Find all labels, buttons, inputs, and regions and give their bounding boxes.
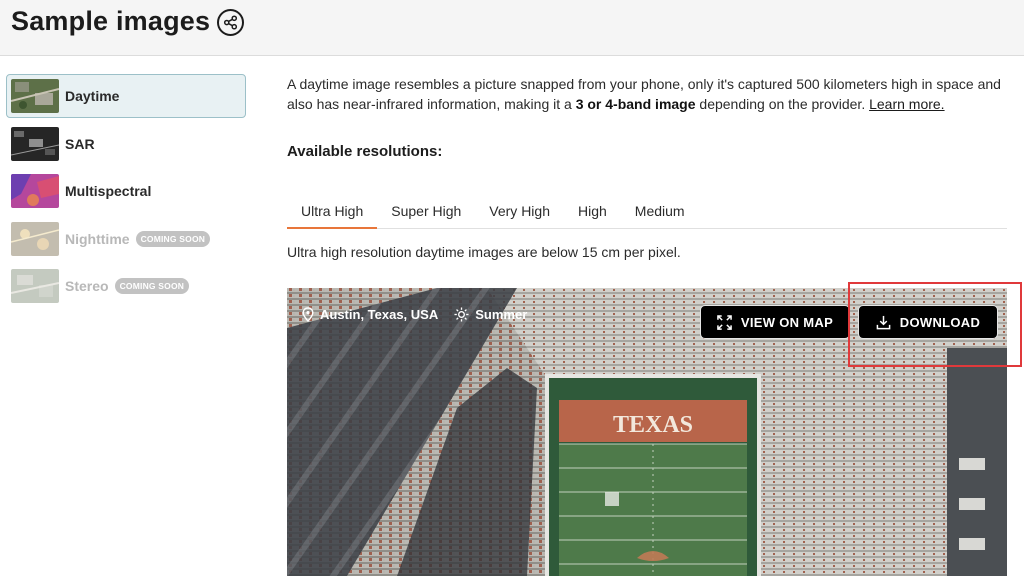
resolution-note: Ultra high resolution daytime images are… — [287, 244, 681, 260]
sidebar-item-multispectral[interactable]: Multispectral — [6, 169, 246, 213]
location-label: Austin, Texas, USA — [320, 307, 439, 322]
daytime-thumbnail — [11, 79, 59, 113]
sidebar-item-label: Nighttime — [65, 230, 130, 247]
coming-soon-badge: COMING SOON — [135, 230, 211, 247]
tab-high[interactable]: High — [564, 196, 621, 229]
sidebar-item-nighttime: Nighttime COMING SOON — [6, 217, 246, 261]
tab-ultra-high[interactable]: Ultra High — [287, 196, 378, 229]
learn-more-link[interactable]: Learn more. — [869, 96, 944, 112]
sidebar-item-label: Stereo — [65, 278, 109, 294]
view-on-map-label: VIEW ON MAP — [740, 314, 834, 330]
view-on-map-button[interactable]: VIEW ON MAP — [700, 305, 850, 339]
tab-very-high[interactable]: Very High — [475, 196, 564, 229]
map-pin-icon — [302, 307, 314, 322]
header: Sample images — [0, 0, 1024, 56]
nighttime-thumbnail — [11, 221, 59, 256]
share-button[interactable] — [217, 9, 244, 36]
main-content: A daytime image resembles a picture snap… — [287, 74, 1007, 160]
image-info: Austin, Texas, USA Summer — [302, 307, 527, 322]
description-bold: 3 or 4-band image — [575, 96, 696, 112]
expand-icon — [717, 314, 732, 330]
image-type-sidebar: Daytime SAR Multispectral Nighttime COMI… — [6, 74, 246, 312]
sidebar-item-sar[interactable]: SAR — [6, 122, 246, 166]
page-title: Sample images — [11, 6, 211, 36]
sidebar-item-label: Daytime — [65, 88, 120, 104]
multispectral-thumbnail — [11, 174, 59, 208]
sar-thumbnail — [11, 126, 59, 161]
coming-soon-badge: COMING SOON — [114, 278, 190, 294]
download-highlight-box — [848, 282, 1022, 367]
resolution-tabs: Ultra High Super High Very High High Med… — [287, 196, 1007, 229]
resolutions-heading: Available resolutions: — [287, 143, 443, 160]
stereo-thumbnail — [11, 269, 59, 303]
sidebar-item-label: Multispectral — [65, 183, 152, 199]
field-endzone-text: TEXAS — [613, 412, 693, 438]
sidebar-item-daytime[interactable]: Daytime — [6, 74, 246, 118]
sidebar-item-label: SAR — [65, 135, 95, 152]
tab-medium[interactable]: Medium — [621, 196, 699, 229]
sidebar-item-stereo: Stereo COMING SOON — [6, 264, 246, 308]
sun-icon — [454, 307, 469, 322]
tab-super-high[interactable]: Super High — [377, 196, 475, 229]
description: A daytime image resembles a picture snap… — [287, 74, 1002, 114]
share-icon — [223, 15, 238, 30]
season-label: Summer — [475, 307, 528, 322]
description-text: depending on the provider. — [695, 96, 870, 112]
